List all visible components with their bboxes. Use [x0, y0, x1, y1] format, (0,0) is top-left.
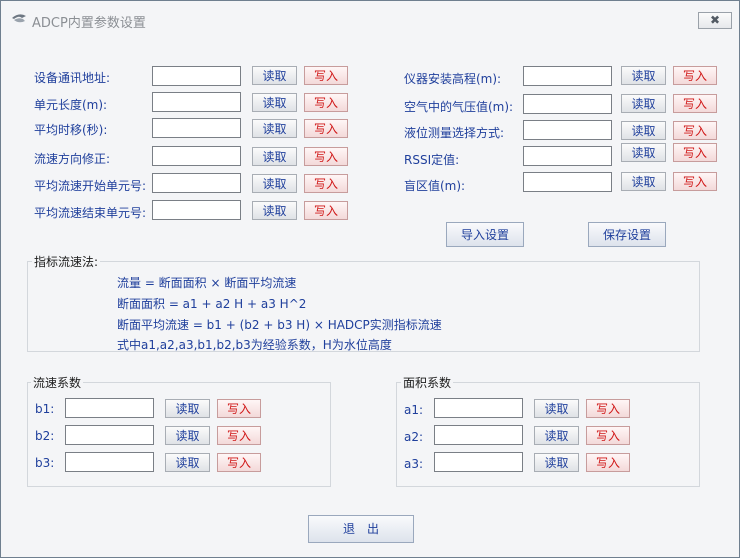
- blind-zone-input[interactable]: [523, 172, 612, 192]
- install-elevation-label: 仪器安装高程(m):: [404, 72, 502, 86]
- app-icon: [12, 14, 26, 23]
- blind-zone-read-button[interactable]: 读取: [621, 172, 666, 191]
- a1-label: a1:: [404, 403, 424, 417]
- avg-end-cell-input[interactable]: [152, 200, 241, 220]
- a3-write-button[interactable]: 写入: [586, 453, 630, 472]
- a3-input[interactable]: [434, 452, 523, 472]
- a3-label: a3:: [404, 457, 424, 471]
- level-mode-label: 液位测量选择方式:: [404, 126, 505, 140]
- cell-length-label: 单元长度(m):: [34, 98, 108, 112]
- rssi-read-button[interactable]: 读取: [621, 143, 666, 162]
- b1-label: b1:: [35, 402, 55, 416]
- blind-zone-label: 盲区值(m):: [404, 179, 466, 193]
- a2-label: a2:: [404, 430, 424, 444]
- rssi-input[interactable]: [523, 146, 612, 166]
- flow-direction-read-button[interactable]: 读取: [252, 147, 297, 166]
- b1-write-button[interactable]: 写入: [217, 399, 261, 418]
- device-address-label: 设备通讯地址:: [34, 71, 111, 85]
- title-bar: ADCP内置参数设置 ✖: [1, 1, 739, 37]
- cell-length-read-button[interactable]: 读取: [252, 93, 297, 112]
- b3-label: b3:: [35, 456, 55, 470]
- close-icon: ✖: [709, 13, 721, 27]
- avg-time-shift-write-button[interactable]: 写入: [304, 119, 348, 138]
- device-address-input[interactable]: [152, 66, 241, 86]
- rssi-label: RSSI定值:: [404, 153, 460, 167]
- air-pressure-read-button[interactable]: 读取: [621, 94, 666, 113]
- flow-direction-input[interactable]: [152, 146, 241, 166]
- b1-read-button[interactable]: 读取: [165, 399, 210, 418]
- cell-length-input[interactable]: [152, 92, 241, 112]
- level-mode-input[interactable]: [523, 120, 612, 140]
- a2-write-button[interactable]: 写入: [586, 426, 630, 445]
- blind-zone-write-button[interactable]: 写入: [673, 172, 717, 191]
- a2-input[interactable]: [434, 425, 523, 445]
- avg-end-cell-read-button[interactable]: 读取: [252, 201, 297, 220]
- device-address-read-button[interactable]: 读取: [252, 66, 297, 85]
- install-elevation-input[interactable]: [523, 66, 612, 86]
- air-pressure-write-button[interactable]: 写入: [673, 94, 717, 113]
- velocity-coeff-title: 流速系数: [31, 374, 84, 391]
- window-title: ADCP内置参数设置: [32, 16, 146, 31]
- b2-read-button[interactable]: 读取: [165, 426, 210, 445]
- install-elevation-write-button[interactable]: 写入: [673, 66, 717, 85]
- level-mode-write-button[interactable]: 写入: [673, 121, 717, 140]
- rssi-write-button[interactable]: 写入: [673, 143, 717, 162]
- adcp-settings-window: ADCP内置参数设置 ✖ 设备通讯地址: 读取 写入 单元长度(m): 读取 写…: [0, 0, 740, 558]
- formula-line-4: 式中a1,a2,a3,b1,b2,b3为经验系数，H为水位高度: [117, 338, 392, 352]
- b3-write-button[interactable]: 写入: [217, 453, 261, 472]
- save-settings-button[interactable]: 保存设置: [588, 222, 666, 247]
- formula-line-3: 断面平均流速 = b1 + (b2 + b3 H) × HADCP实测指标流速: [117, 318, 442, 332]
- b2-label: b2:: [35, 429, 55, 443]
- close-button[interactable]: ✖: [698, 12, 732, 29]
- a1-input[interactable]: [434, 398, 523, 418]
- b3-input[interactable]: [65, 452, 154, 472]
- b3-read-button[interactable]: 读取: [165, 453, 210, 472]
- avg-start-cell-label: 平均流速开始单元号:: [34, 179, 147, 193]
- device-address-write-button[interactable]: 写入: [304, 66, 348, 85]
- a2-read-button[interactable]: 读取: [534, 426, 579, 445]
- avg-end-cell-label: 平均流速结束单元号:: [34, 206, 147, 220]
- air-pressure-input[interactable]: [523, 94, 612, 114]
- area-coeff-title: 面积系数: [401, 374, 454, 391]
- avg-end-cell-write-button[interactable]: 写入: [304, 201, 348, 220]
- level-mode-read-button[interactable]: 读取: [621, 121, 666, 140]
- a3-read-button[interactable]: 读取: [534, 453, 579, 472]
- formula-line-1: 流量 = 断面面积 × 断面平均流速: [117, 276, 297, 290]
- avg-start-cell-write-button[interactable]: 写入: [304, 174, 348, 193]
- import-settings-button[interactable]: 导入设置: [446, 222, 524, 247]
- avg-time-shift-input[interactable]: [152, 118, 241, 138]
- b2-input[interactable]: [65, 425, 154, 445]
- a1-write-button[interactable]: 写入: [586, 399, 630, 418]
- install-elevation-read-button[interactable]: 读取: [621, 66, 666, 85]
- flow-direction-write-button[interactable]: 写入: [304, 147, 348, 166]
- air-pressure-label: 空气中的气压值(m):: [404, 100, 514, 114]
- avg-time-shift-read-button[interactable]: 读取: [252, 119, 297, 138]
- cell-length-write-button[interactable]: 写入: [304, 93, 348, 112]
- flow-direction-label: 流速方向修正:: [34, 152, 111, 166]
- avg-start-cell-input[interactable]: [152, 173, 241, 193]
- avg-start-cell-read-button[interactable]: 读取: [252, 174, 297, 193]
- b2-write-button[interactable]: 写入: [217, 426, 261, 445]
- formula-line-2: 断面面积 = a1 + a2 H + a3 H^2: [117, 297, 307, 311]
- exit-button[interactable]: 退 出: [308, 515, 414, 543]
- method-group-title: 指标流速法:: [32, 253, 101, 270]
- a1-read-button[interactable]: 读取: [534, 399, 579, 418]
- b1-input[interactable]: [65, 398, 154, 418]
- avg-time-shift-label: 平均时移(秒):: [34, 123, 108, 137]
